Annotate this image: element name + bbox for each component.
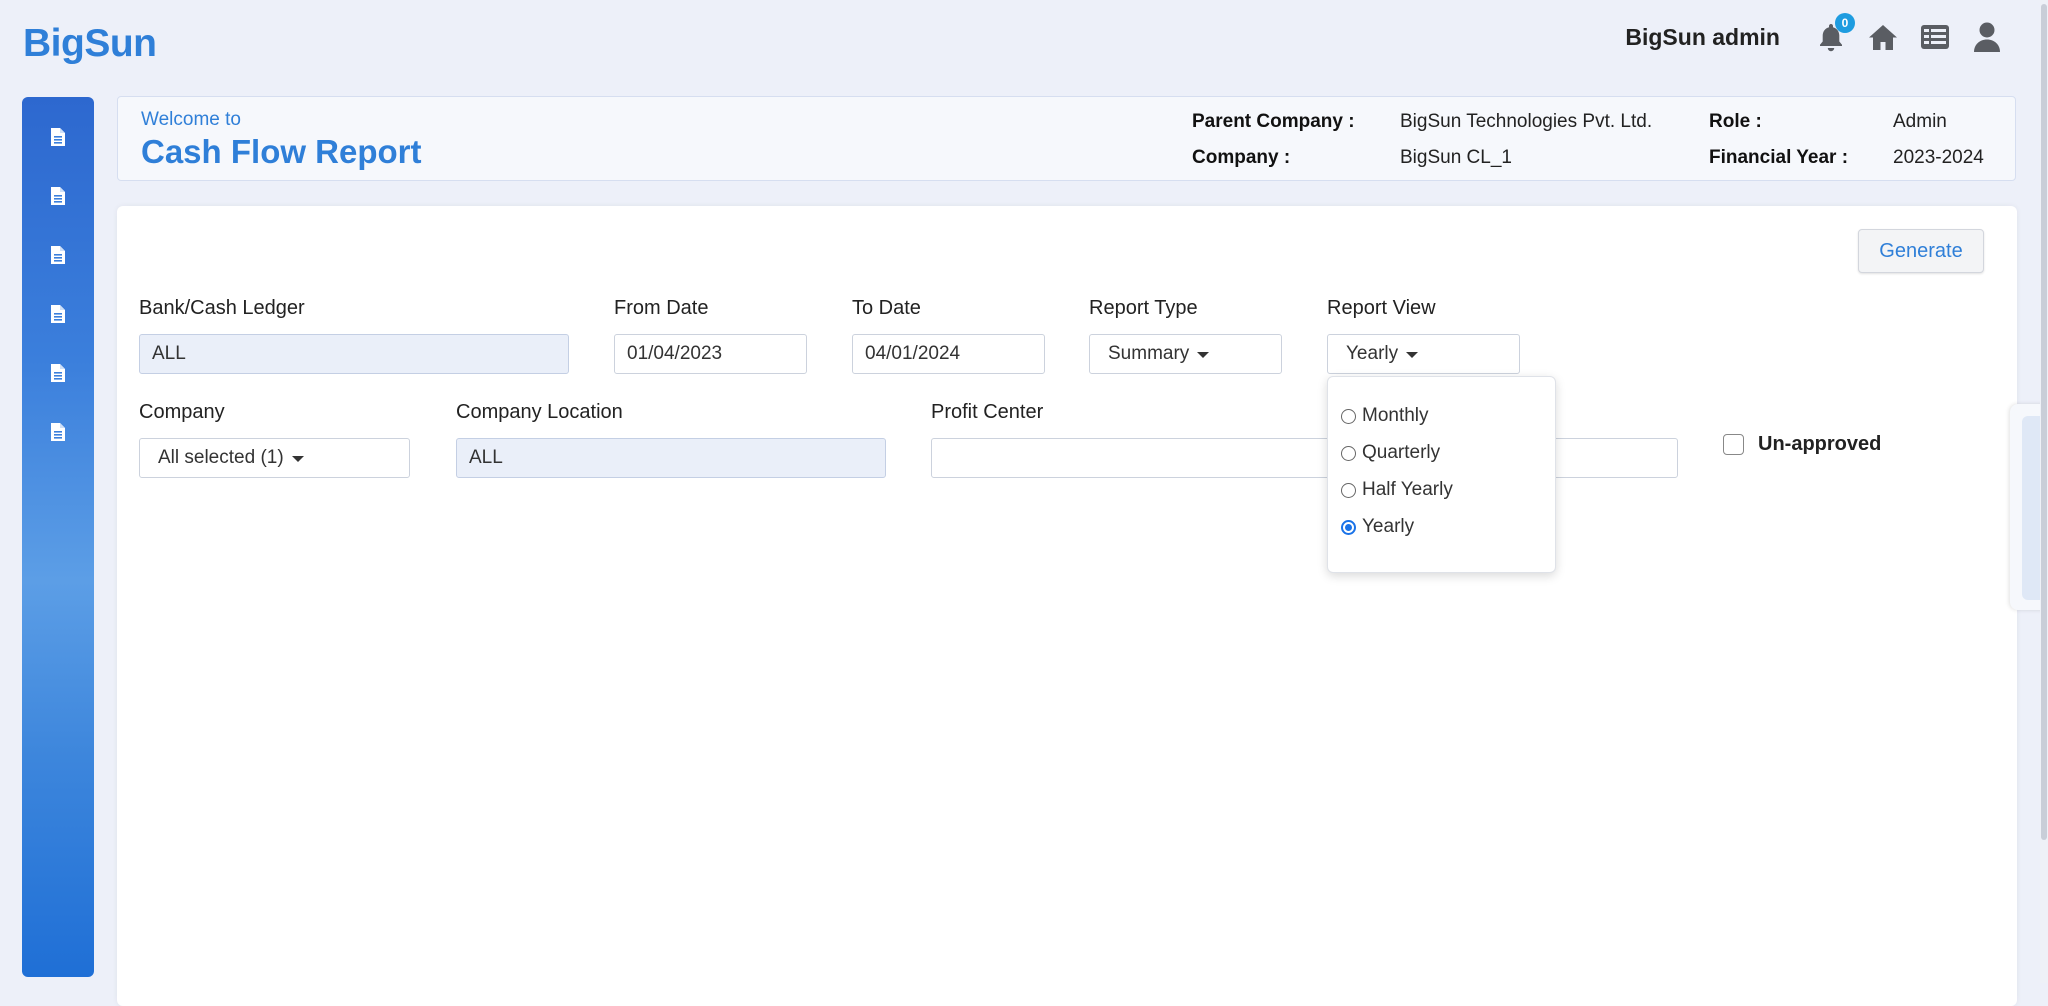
role-value: Admin: [1893, 111, 1947, 132]
profit-center-label: Profit Center: [931, 401, 1044, 423]
option-half-yearly[interactable]: Half Yearly: [1341, 479, 1453, 501]
from-date-input[interactable]: 01/04/2023: [614, 334, 807, 374]
generate-button[interactable]: Generate: [1858, 229, 1984, 273]
company-location-field[interactable]: ALL: [456, 438, 886, 478]
sidebar-item-report-2[interactable]: [22, 166, 94, 225]
option-label: Quarterly: [1362, 442, 1441, 463]
ledger-field[interactable]: ALL: [139, 334, 569, 374]
document-icon: [51, 363, 65, 382]
financial-year-value: 2023-2024: [1893, 147, 1984, 168]
from-date-label: From Date: [614, 297, 709, 319]
report-view-options-popup: Monthly Quarterly Half Yearly Yearly: [1327, 376, 1556, 573]
report-view-value: Yearly: [1346, 343, 1399, 364]
report-type-value: Summary: [1108, 343, 1190, 364]
company-location-value: ALL: [469, 447, 503, 468]
report-form: Generate Bank/Cash Ledger ALL From Date …: [117, 206, 2017, 1006]
sidebar-item-report-5[interactable]: [22, 343, 94, 402]
ledger-value: ALL: [152, 343, 186, 364]
document-icon: [51, 245, 65, 264]
user-icon[interactable]: [1970, 20, 2004, 54]
parent-company-label: Parent Company :: [1192, 111, 1355, 132]
role-label: Role :: [1709, 111, 1762, 132]
from-date-value: 01/04/2023: [627, 343, 723, 364]
topbar: BigSun admin 0: [1625, 13, 2004, 56]
sidebar-item-report-1[interactable]: [22, 107, 94, 166]
scrollbar-thumb[interactable]: [2041, 4, 2047, 840]
option-label: Monthly: [1362, 405, 1429, 426]
app-logo: BigSun: [23, 22, 157, 65]
page-scrollbar[interactable]: [2040, 0, 2048, 983]
profit-center-input[interactable]: [931, 438, 1678, 478]
parent-company-value: BigSun Technologies Pvt. Ltd.: [1400, 111, 1653, 132]
sidebar-item-report-6[interactable]: [22, 402, 94, 461]
caret-down-icon: [1406, 352, 1419, 358]
radio-button-selected[interactable]: [1341, 519, 1356, 535]
unapproved-label: Un-approved: [1758, 433, 1882, 455]
report-type-dropdown[interactable]: Summary: [1089, 334, 1282, 374]
page-header: Welcome to Cash Flow Report Parent Compa…: [117, 96, 2016, 181]
welcome-text: Welcome to: [141, 109, 241, 130]
notification-badge: 0: [1835, 13, 1855, 33]
home-icon[interactable]: [1866, 20, 1900, 54]
company-dropdown-value: All selected (1): [158, 447, 284, 468]
report-type-label: Report Type: [1089, 297, 1198, 319]
company-dropdown[interactable]: All selected (1): [139, 438, 410, 478]
radio-button[interactable]: [1341, 408, 1356, 424]
page-title: Cash Flow Report: [141, 133, 422, 170]
company-label: Company :: [1192, 147, 1291, 168]
company-value: BigSun CL_1: [1400, 147, 1512, 168]
sidebar-item-report-4[interactable]: [22, 284, 94, 343]
ledger-label: Bank/Cash Ledger: [139, 297, 305, 319]
report-view-dropdown[interactable]: Yearly: [1327, 334, 1520, 374]
caret-down-icon: [291, 456, 304, 462]
to-date-input[interactable]: 04/01/2024: [852, 334, 1045, 374]
user-name: BigSun admin: [1625, 23, 1780, 50]
document-icon: [51, 304, 65, 323]
list-icon[interactable]: [1918, 20, 1952, 54]
option-label: Yearly: [1362, 516, 1415, 537]
company-location-label: Company Location: [456, 401, 623, 423]
sidebar-item-report-3[interactable]: [22, 225, 94, 284]
to-date-label: To Date: [852, 297, 921, 319]
to-date-value: 04/01/2024: [865, 343, 961, 364]
caret-down-icon: [1197, 352, 1210, 358]
bell-icon[interactable]: 0: [1814, 13, 1855, 54]
document-icon: [51, 186, 65, 205]
report-view-label: Report View: [1327, 297, 1436, 319]
radio-button[interactable]: [1341, 445, 1356, 461]
unapproved-checkbox[interactable]: [1723, 434, 1744, 455]
financial-year-label: Financial Year :: [1709, 147, 1849, 168]
document-icon: [51, 422, 65, 441]
option-label: Half Yearly: [1362, 479, 1453, 500]
sidebar: [22, 97, 94, 977]
option-yearly[interactable]: Yearly: [1341, 516, 1414, 538]
option-monthly[interactable]: Monthly: [1341, 405, 1429, 427]
option-quarterly[interactable]: Quarterly: [1341, 442, 1440, 464]
document-icon: [51, 127, 65, 146]
radio-button[interactable]: [1341, 482, 1356, 498]
company-field-label: Company: [139, 401, 225, 423]
